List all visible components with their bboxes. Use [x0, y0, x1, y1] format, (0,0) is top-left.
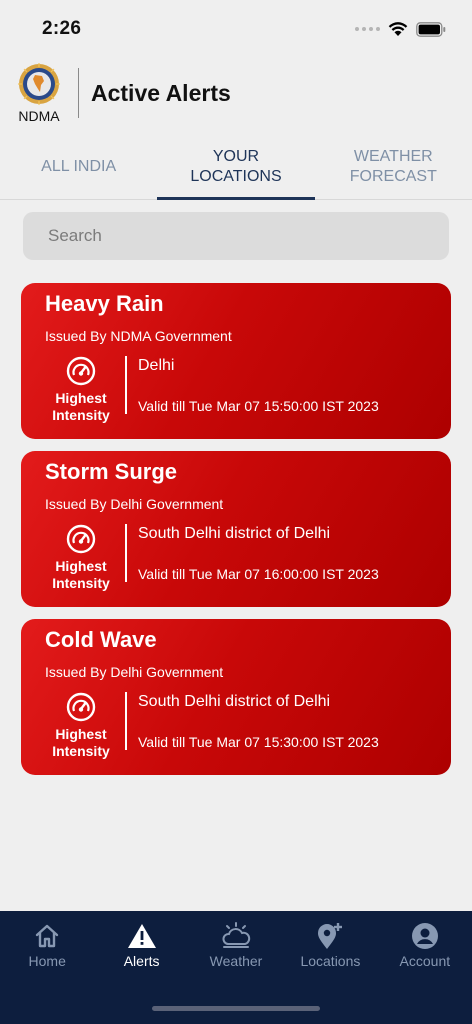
page-title: Active Alerts	[91, 79, 231, 106]
alert-validity: Valid till Tue Mar 07 15:50:00 IST 2023	[138, 398, 379, 414]
alert-location: South Delhi district of Delhi	[138, 525, 331, 542]
intensity-label: Highest Intensity	[52, 390, 110, 423]
nav-label: Weather	[209, 953, 263, 969]
status-icons	[355, 21, 446, 37]
app-header: NDMA Active Alerts	[0, 62, 472, 124]
status-bar: 2:26	[0, 0, 472, 58]
intensity-label: Highest Intensity	[52, 558, 110, 591]
wifi-icon	[388, 22, 408, 36]
gauge-icon	[66, 524, 96, 554]
location-tabs: ALL INDIA YOUR LOCATIONS WEATHER FORECAS…	[0, 138, 472, 200]
alert-card-storm-surge[interactable]: Storm Surge Issued By Delhi Government H…	[21, 451, 451, 607]
alert-validity: Valid till Tue Mar 07 15:30:00 IST 2023	[138, 734, 379, 750]
alert-issuer: Issued By Delhi Government	[45, 496, 224, 512]
alert-issuer: Issued By Delhi Government	[45, 664, 224, 680]
alert-issuer: Issued By NDMA Government	[45, 328, 232, 344]
intensity-indicator: Highest Intensity	[45, 524, 117, 592]
gauge-icon	[66, 356, 96, 386]
alert-list: Heavy Rain Issued By NDMA Government Hig…	[21, 283, 451, 787]
alert-card-heavy-rain[interactable]: Heavy Rain Issued By NDMA Government Hig…	[21, 283, 451, 439]
home-indicator	[152, 1006, 320, 1011]
intensity-indicator: Highest Intensity	[45, 356, 117, 424]
alert-card-cold-wave[interactable]: Cold Wave Issued By Delhi Government Hig…	[21, 619, 451, 775]
alert-divider	[125, 524, 127, 582]
home-icon	[36, 924, 59, 948]
ndma-logo: NDMA	[0, 62, 78, 124]
alert-body: Highest Intensity South Delhi district of…	[45, 692, 451, 760]
alert-divider	[125, 692, 127, 750]
alert-body: Highest Intensity Delhi Valid till Tue Ma…	[45, 356, 451, 424]
nav-label: Home	[28, 953, 66, 969]
tab-label: ALL INDIA	[41, 157, 117, 175]
status-time: 2:26	[42, 18, 82, 39]
intensity-indicator: Highest Intensity	[45, 692, 117, 760]
header-divider	[78, 68, 79, 118]
nav-label: Alerts	[123, 953, 160, 969]
battery-icon	[416, 21, 446, 37]
alert-divider	[125, 356, 127, 414]
tab-all-india[interactable]: ALL INDIA	[0, 138, 157, 199]
tab-weather-forecast[interactable]: WEATHER FORECAST	[315, 138, 472, 199]
alert-body: Highest Intensity South Delhi district of…	[45, 524, 451, 592]
alert-title: Cold Wave	[45, 627, 157, 652]
alert-details: Delhi Valid till Tue Mar 07 15:50:00 IST…	[138, 356, 379, 414]
alert-title: Heavy Rain	[45, 291, 164, 316]
alert-details: South Delhi district of Delhi Valid till…	[138, 524, 379, 582]
alert-details: South Delhi district of Delhi Valid till…	[138, 692, 379, 750]
nav-home[interactable]: Home	[0, 921, 94, 1024]
tab-your-locations[interactable]: YOUR LOCATIONS	[157, 138, 315, 200]
location-add-icon	[318, 923, 343, 949]
account-icon	[411, 923, 438, 949]
nav-account[interactable]: Account	[378, 921, 472, 1024]
alert-triangle-icon	[127, 924, 156, 948]
weather-icon	[222, 922, 251, 948]
alert-location: Delhi	[138, 357, 175, 374]
tab-label: YOUR LOCATIONS	[190, 147, 282, 185]
alert-validity: Valid till Tue Mar 07 16:00:00 IST 2023	[138, 566, 379, 582]
nav-label: Account	[399, 953, 451, 969]
search-input[interactable]	[23, 212, 449, 260]
ndma-emblem-icon	[18, 63, 60, 105]
intensity-label: Highest Intensity	[52, 726, 110, 759]
nav-label: Locations	[300, 953, 361, 969]
logo-caption: NDMA	[18, 108, 60, 124]
alert-title: Storm Surge	[45, 459, 178, 484]
cellular-signal-icon	[355, 27, 380, 31]
tab-label: WEATHER FORECAST	[349, 147, 437, 185]
gauge-icon	[66, 692, 96, 722]
alert-location: South Delhi district of Delhi	[138, 693, 331, 710]
